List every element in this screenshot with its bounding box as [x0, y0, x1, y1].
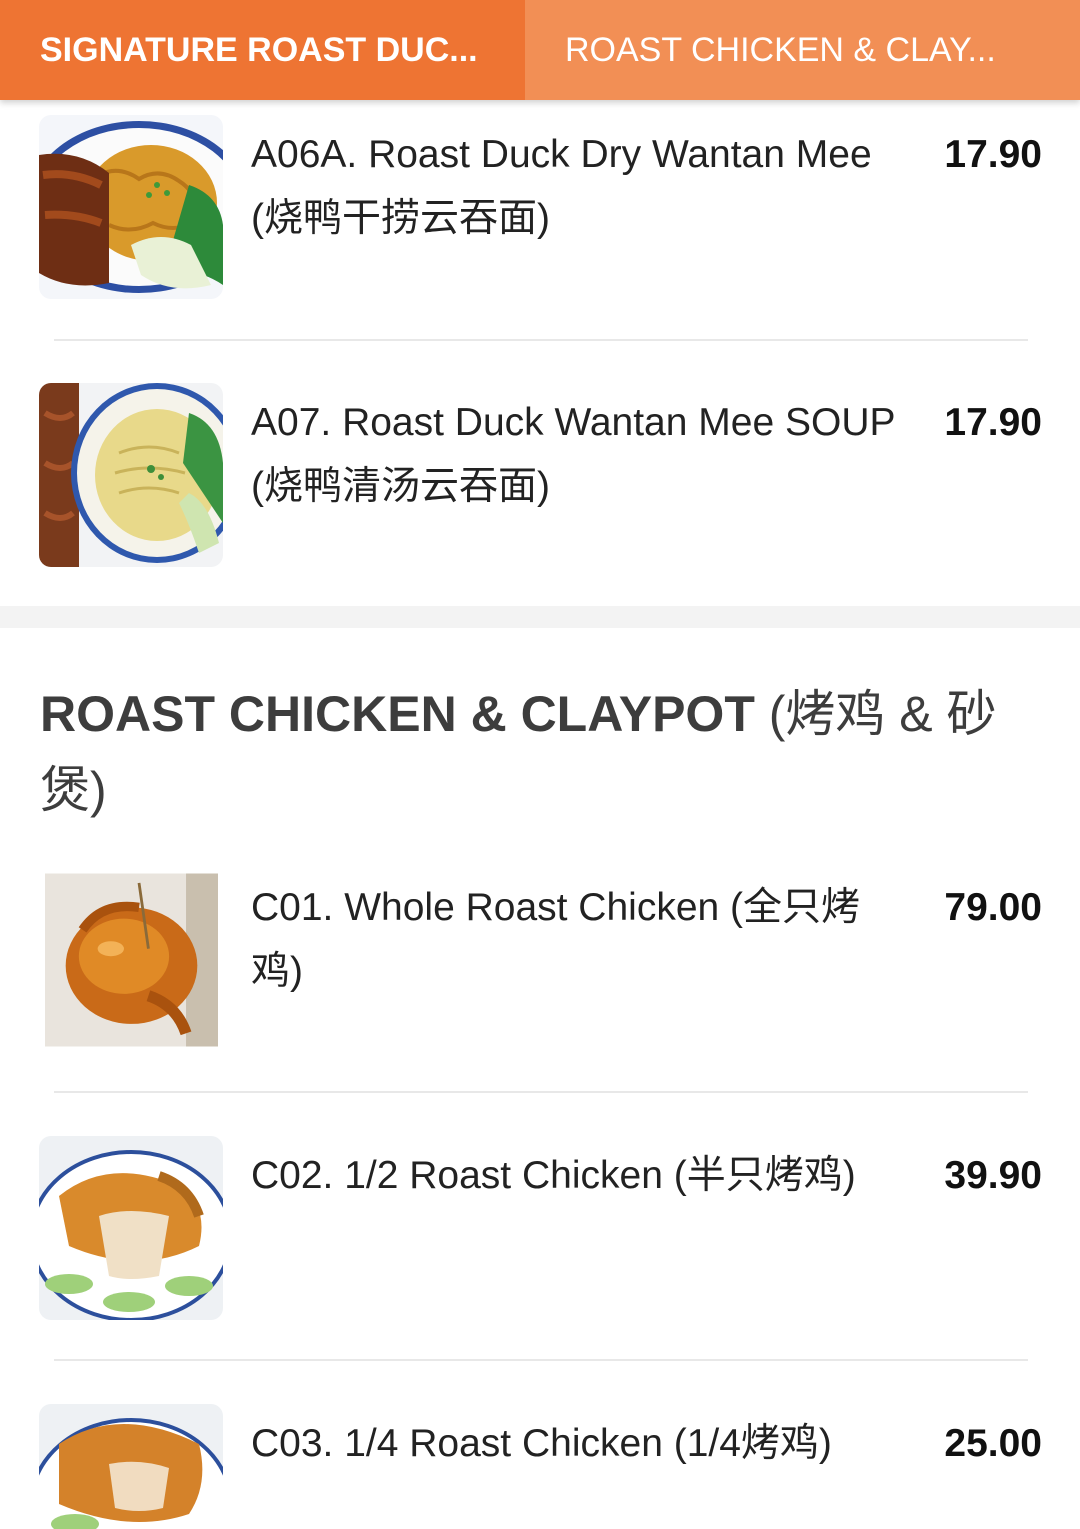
menu-item[interactable]: A06A. Roast Duck Dry Wantan Mee (烧鸭干捞云吞面…: [0, 115, 1080, 305]
tab-signature-roast-duck[interactable]: SIGNATURE ROAST DUC...: [0, 0, 525, 100]
divider: [54, 1359, 1028, 1361]
dish-image: [39, 383, 223, 567]
section-title-en: ROAST CHICKEN & CLAYPOT: [40, 686, 769, 742]
roast-duck-soup-noodle-photo: [39, 383, 223, 567]
dish-image: [39, 1404, 223, 1529]
dish-image: [39, 1136, 223, 1320]
dish-name: C01. Whole Roast Chicken (全只烤鸡): [251, 886, 861, 993]
dish-name: A07. Roast Duck Wantan Mee SOUP (烧鸭清汤云吞面…: [251, 401, 895, 508]
tab-roast-chicken-claypot[interactable]: ROAST CHICKEN & CLAY...: [525, 0, 1080, 100]
whole-roast-chicken-photo: [45, 873, 218, 1047]
menu-item[interactable]: A07. Roast Duck Wantan Mee SOUP (烧鸭清汤云吞面…: [0, 383, 1080, 573]
menu-page: SIGNATURE ROAST DUC... ROAST CHICKEN & C…: [0, 0, 1080, 1529]
dish-image: [45, 868, 218, 1052]
dish-price: 17.90: [944, 401, 1042, 444]
dish-name: C02. 1/2 Roast Chicken (半只烤鸡): [251, 1154, 856, 1197]
divider: [54, 339, 1028, 341]
quarter-roast-chicken-photo: [39, 1404, 223, 1529]
section-heading: ROAST CHICKEN & CLAYPOT (烤鸡 & 砂煲): [40, 676, 1000, 828]
half-roast-chicken-photo: [39, 1136, 223, 1320]
dish-name: A06A. Roast Duck Dry Wantan Mee (烧鸭干捞云吞面…: [251, 133, 872, 240]
tab-label: SIGNATURE ROAST DUC...: [40, 30, 478, 69]
roast-duck-dry-noodle-photo: [39, 115, 223, 299]
dish-price: 17.90: [944, 133, 1042, 176]
dish-image: [39, 115, 223, 299]
tab-label: ROAST CHICKEN & CLAY...: [565, 30, 996, 69]
dish-price: 79.00: [944, 886, 1042, 929]
section-separator: [0, 606, 1080, 628]
menu-item[interactable]: C01. Whole Roast Chicken (全只烤鸡) 79.00: [0, 868, 1080, 1058]
divider: [54, 1091, 1028, 1093]
dish-price: 25.00: [944, 1422, 1042, 1465]
menu-item[interactable]: C02. 1/2 Roast Chicken (半只烤鸡) 39.90: [0, 1136, 1080, 1326]
menu-item[interactable]: C03. 1/4 Roast Chicken (1/4烤鸡) 25.00: [0, 1404, 1080, 1529]
dish-name: C03. 1/4 Roast Chicken (1/4烤鸡): [251, 1422, 832, 1465]
dish-price: 39.90: [944, 1154, 1042, 1197]
category-tab-bar: SIGNATURE ROAST DUC... ROAST CHICKEN & C…: [0, 0, 1080, 100]
